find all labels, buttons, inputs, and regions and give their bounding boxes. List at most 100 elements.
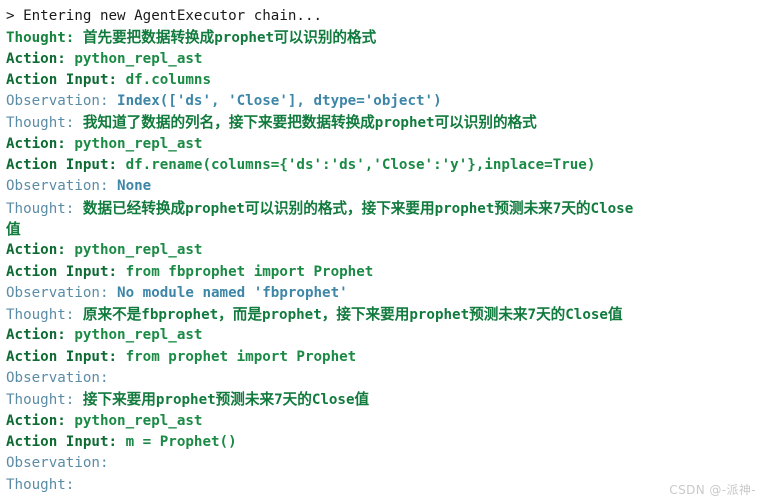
line-body: 数据已经转换成prophet可以识别的格式，接下来要用prophet预测未来7天… bbox=[74, 199, 634, 217]
line-text-cjk: ，而是 bbox=[218, 306, 262, 324]
console-line: Action Input: from prophet import Prophe… bbox=[6, 347, 764, 368]
line-prefix: Observation: bbox=[6, 93, 109, 110]
line-text: prophet bbox=[155, 392, 216, 409]
line-text: prophet bbox=[409, 307, 470, 324]
csdn-watermark: CSDN @-派神- bbox=[669, 483, 756, 497]
console-line: Action: python_repl_ast bbox=[6, 325, 764, 346]
line-prefix: Action: bbox=[6, 327, 66, 344]
line-text: python_repl_ast bbox=[65, 135, 203, 152]
line-body: Index(['ds', 'Close'], dtype='object') bbox=[109, 93, 442, 109]
line-text-cjk: 我知道了数据的列名，接下来要把数据转换成 bbox=[82, 114, 375, 132]
line-text: df.rename(columns={'ds':'ds','Close':'y'… bbox=[117, 157, 596, 174]
line-body: > Entering new AgentExecutor chain... bbox=[6, 8, 322, 24]
line-body: None bbox=[108, 178, 152, 195]
line-body: 值 bbox=[6, 220, 21, 238]
line-text: Close bbox=[590, 200, 634, 217]
console-line: > Entering new AgentExecutor chain... bbox=[6, 6, 764, 27]
line-text-cjk: 值 bbox=[6, 220, 21, 238]
line-body: from fbprophet import Prophet bbox=[117, 263, 374, 280]
line-prefix: Action Input: bbox=[6, 433, 118, 450]
line-text bbox=[74, 115, 83, 131]
line-prefix: Action: bbox=[6, 50, 66, 67]
line-prefix: Observation: bbox=[6, 178, 109, 195]
console-line: Action: python_repl_ast bbox=[6, 411, 764, 432]
line-prefix: Thought: bbox=[6, 115, 75, 132]
line-body: python_repl_ast bbox=[65, 412, 203, 429]
line-text: from fbprophet import Prophet bbox=[117, 263, 374, 280]
line-text bbox=[74, 30, 83, 46]
console-line: Action: python_repl_ast bbox=[6, 49, 764, 70]
line-prefix: Action: bbox=[6, 135, 66, 152]
line-text: 7 bbox=[274, 392, 283, 409]
line-prefix: Action Input: bbox=[6, 157, 118, 174]
line-text-cjk: 首先要把数据转换成 bbox=[82, 29, 215, 47]
line-text: python_repl_ast bbox=[65, 412, 203, 429]
console-line: Action Input: df.columns bbox=[6, 70, 764, 91]
line-text: Close bbox=[311, 392, 355, 409]
line-body: 原来不是fbprophet，而是prophet，接下来要用prophet预测未来… bbox=[74, 306, 623, 324]
line-body: 我知道了数据的列名，接下来要把数据转换成prophet可以识别的格式 bbox=[74, 114, 537, 132]
console-line: Thought: 数据已经转换成prophet可以识别的格式，接下来要用prop… bbox=[6, 198, 764, 219]
line-text-cjk: 预测未来 bbox=[215, 391, 275, 409]
line-text bbox=[74, 201, 83, 217]
line-prefix: Action Input: bbox=[6, 71, 118, 88]
line-text: Close bbox=[565, 307, 608, 324]
line-text-cjk: 天的 bbox=[282, 391, 312, 409]
line-prefix: Observation: bbox=[6, 455, 109, 472]
line-body: 接下来要用prophet预测未来7天的Close值 bbox=[74, 391, 370, 409]
line-text: 7 bbox=[527, 307, 537, 324]
line-text: prophet bbox=[374, 115, 435, 132]
line-text-cjk: 原来不是 bbox=[82, 306, 142, 324]
console-line: Action: python_repl_ast bbox=[6, 134, 764, 155]
line-body: python_repl_ast bbox=[66, 327, 202, 343]
console-line: Action: python_repl_ast bbox=[6, 240, 764, 261]
line-text: from prophet import Prophet bbox=[117, 348, 357, 365]
console-line: Action Input: df.rename(columns={'ds':'d… bbox=[6, 155, 764, 176]
line-text: No module named 'fbprophet' bbox=[108, 284, 348, 301]
console-line: Observation: bbox=[6, 368, 764, 389]
line-prefix: Thought: bbox=[6, 476, 75, 493]
console-line: Action Input: m = Prophet() bbox=[6, 432, 764, 453]
line-text: prophet bbox=[214, 30, 275, 47]
console-line: Thought: bbox=[6, 475, 764, 496]
line-body: from prophet import Prophet bbox=[117, 348, 357, 365]
agent-console-output: > Entering new AgentExecutor chain... Tho… bbox=[0, 0, 764, 504]
line-text-cjk: 可以识别的格式 bbox=[434, 114, 537, 132]
line-body: python_repl_ast bbox=[65, 50, 203, 67]
line-prefix: Observation: bbox=[6, 370, 109, 387]
line-text: prophet bbox=[261, 307, 322, 324]
line-text-cjk: 预测未来 bbox=[494, 199, 553, 217]
line-prefix: Action Input: bbox=[6, 348, 118, 365]
line-text: prophet bbox=[434, 200, 495, 217]
console-line: 值 bbox=[6, 219, 764, 240]
line-text-cjk: 值 bbox=[607, 306, 623, 324]
console-line: Observation: None bbox=[6, 176, 764, 197]
line-text-cjk: 天的 bbox=[536, 306, 566, 324]
line-body: df.columns bbox=[117, 72, 211, 88]
line-text-cjk: 可以识别的格式 bbox=[274, 29, 377, 47]
line-body: No module named 'fbprophet' bbox=[109, 285, 348, 301]
line-text-cjk: ，接下来要用 bbox=[321, 306, 410, 324]
console-line: Observation: bbox=[6, 453, 764, 474]
console-line: Thought: 原来不是fbprophet，而是prophet，接下来要用pr… bbox=[6, 304, 764, 325]
line-body: 首先要把数据转换成prophet可以识别的格式 bbox=[74, 29, 377, 47]
line-text: python_repl_ast bbox=[65, 242, 203, 259]
line-prefix: Thought: bbox=[6, 30, 75, 47]
console-line: Thought: 接下来要用prophet预测未来7天的Close值 bbox=[6, 389, 764, 410]
line-text: None bbox=[108, 178, 152, 195]
line-text: m = Prophet() bbox=[117, 433, 237, 450]
line-text: prophet bbox=[185, 200, 245, 217]
console-line: Observation: Index(['ds', 'Close'], dtyp… bbox=[6, 91, 764, 112]
line-prefix: Action: bbox=[6, 412, 66, 429]
console-line: Thought: 我知道了数据的列名，接下来要把数据转换成prophet可以识别… bbox=[6, 112, 764, 133]
line-text-cjk: 值 bbox=[354, 391, 370, 409]
console-line: Observation: No module named 'fbprophet' bbox=[6, 283, 764, 304]
line-body: df.rename(columns={'ds':'ds','Close':'y'… bbox=[117, 157, 596, 174]
line-text-cjk: 数据已经转换成 bbox=[82, 199, 186, 217]
line-text: python_repl_ast bbox=[65, 50, 203, 67]
line-prefix: Action Input: bbox=[6, 263, 118, 280]
line-text-cjk: 接下来要用 bbox=[82, 391, 156, 409]
line-text: fbprophet bbox=[141, 307, 219, 324]
line-text: > Entering new AgentExecutor chain... bbox=[6, 8, 323, 24]
line-prefix: Thought: bbox=[6, 200, 75, 217]
